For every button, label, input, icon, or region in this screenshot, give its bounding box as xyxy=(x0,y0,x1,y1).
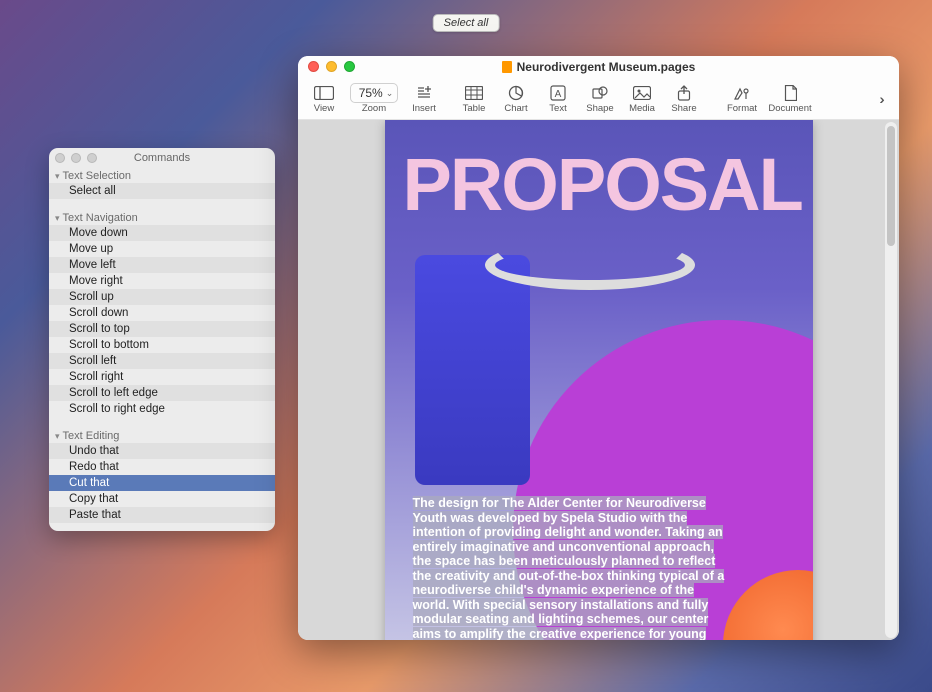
toolbar-chart[interactable]: Chart xyxy=(496,79,536,119)
toolbar-table[interactable]: Table xyxy=(454,79,494,119)
document-title[interactable]: Neurodivergent Museum.pages xyxy=(502,60,696,74)
chart-icon xyxy=(508,83,524,103)
shape-icon xyxy=(592,83,608,103)
section-text-selection[interactable]: ▾ Text Selection xyxy=(49,168,275,183)
art-block xyxy=(415,255,530,485)
cmd-select-all[interactable]: Select all xyxy=(49,183,275,199)
document-icon xyxy=(784,83,797,103)
body-text[interactable]: The design for The Alder Center for Neur… xyxy=(413,496,728,640)
pages-window: Neurodivergent Museum.pages View 75% ⌄ Z… xyxy=(298,56,899,640)
zoom-select[interactable]: 75% ⌄ xyxy=(350,83,399,103)
document-page[interactable]: PROPOSAL The design for The Alder Center… xyxy=(385,120,813,640)
toolbar-insert-label: Insert xyxy=(412,103,436,114)
toolbar-insert[interactable]: Insert xyxy=(404,79,444,119)
cmd-undo[interactable]: Undo that xyxy=(49,443,275,459)
list-text-editing: Undo that Redo that Cut that Copy that P… xyxy=(49,443,275,523)
cmd-move-up[interactable]: Move up xyxy=(49,241,275,257)
toolbar-format-label: Format xyxy=(727,103,757,114)
media-icon xyxy=(633,83,651,103)
table-icon xyxy=(465,83,483,103)
pages-titlebar: Neurodivergent Museum.pages xyxy=(298,56,899,78)
art-sphere xyxy=(723,570,813,640)
toolbar-share[interactable]: Share xyxy=(664,79,704,119)
art-ring xyxy=(485,240,695,290)
chevron-down-icon: ▾ xyxy=(55,171,60,182)
svg-text:A: A xyxy=(555,89,562,100)
toolbar-text[interactable]: A Text xyxy=(538,79,578,119)
toolbar-media-label: Media xyxy=(629,103,655,114)
cmd-scroll-right-edge[interactable]: Scroll to right edge xyxy=(49,401,275,417)
cmd-scroll-top[interactable]: Scroll to top xyxy=(49,321,275,337)
cmd-cut[interactable]: Cut that xyxy=(49,475,275,491)
toolbar-shape-label: Shape xyxy=(586,103,613,114)
section-label: Text Navigation xyxy=(63,212,138,224)
format-icon xyxy=(733,83,751,103)
vertical-scrollbar[interactable] xyxy=(885,122,897,638)
cmd-scroll-left-edge[interactable]: Scroll to left edge xyxy=(49,385,275,401)
cmd-scroll-right[interactable]: Scroll right xyxy=(49,369,275,385)
list-text-selection: Select all xyxy=(49,183,275,199)
cmd-copy[interactable]: Copy that xyxy=(49,491,275,507)
scrollbar-thumb[interactable] xyxy=(887,126,895,246)
cmd-scroll-down[interactable]: Scroll down xyxy=(49,305,275,321)
toolbar-zoom-label: Zoom xyxy=(362,103,386,114)
commands-panel: Commands ▾ Text Selection Select all ▾ T… xyxy=(49,148,275,531)
toolbar-document-label: Document xyxy=(768,103,811,114)
toolbar-view-label: View xyxy=(314,103,334,114)
list-text-navigation: Move down Move up Move left Move right S… xyxy=(49,225,275,417)
chevron-down-icon: ▾ xyxy=(55,431,60,442)
commands-title: Commands xyxy=(49,152,275,164)
toolbar-shape[interactable]: Shape xyxy=(580,79,620,119)
chevron-down-icon: ▾ xyxy=(55,213,60,224)
sidebar-icon xyxy=(314,83,334,103)
cmd-move-down[interactable]: Move down xyxy=(49,225,275,241)
toolbar-document[interactable]: Document xyxy=(764,79,816,119)
close-icon[interactable] xyxy=(308,61,319,72)
toolbar-media[interactable]: Media xyxy=(622,79,662,119)
selected-text: The design for The Alder Center for Neur… xyxy=(413,496,725,640)
toolbar-share-label: Share xyxy=(671,103,696,114)
toolbar-text-label: Text xyxy=(549,103,566,114)
cmd-move-left[interactable]: Move left xyxy=(49,257,275,273)
section-label: Text Editing xyxy=(63,430,120,442)
toolbar-zoom[interactable]: 75% ⌄ Zoom xyxy=(346,79,402,119)
maximize-icon[interactable] xyxy=(344,61,355,72)
minimize-icon[interactable] xyxy=(326,61,337,72)
cmd-redo[interactable]: Redo that xyxy=(49,459,275,475)
pages-toolbar: View 75% ⌄ Zoom Insert Table xyxy=(298,78,899,120)
document-title-text: Neurodivergent Museum.pages xyxy=(517,60,696,74)
toolbar-chart-label: Chart xyxy=(504,103,527,114)
section-text-editing[interactable]: ▾ Text Editing xyxy=(49,428,275,443)
toolbar-view[interactable]: View xyxy=(304,79,344,119)
cmd-scroll-left[interactable]: Scroll left xyxy=(49,353,275,369)
headline-text[interactable]: PROPOSAL xyxy=(403,142,802,227)
zoom-value: 75% xyxy=(359,86,383,100)
voice-tooltip: Select all xyxy=(433,14,500,32)
text-icon: A xyxy=(550,83,566,103)
toolbar-table-label: Table xyxy=(463,103,486,114)
cmd-scroll-up[interactable]: Scroll up xyxy=(49,289,275,305)
document-canvas[interactable]: PROPOSAL The design for The Alder Center… xyxy=(298,120,899,640)
chevron-down-icon: ⌄ xyxy=(386,88,394,99)
cmd-paste[interactable]: Paste that xyxy=(49,507,275,523)
toolbar-overflow[interactable]: ›› xyxy=(867,79,893,119)
chevron-right-icon: ›› xyxy=(879,91,880,107)
cmd-move-right[interactable]: Move right xyxy=(49,273,275,289)
toolbar-format[interactable]: Format xyxy=(722,79,762,119)
share-icon xyxy=(677,83,691,103)
insert-icon xyxy=(416,83,432,103)
section-text-navigation[interactable]: ▾ Text Navigation xyxy=(49,210,275,225)
pages-doc-icon xyxy=(502,61,512,73)
cmd-scroll-bottom[interactable]: Scroll to bottom xyxy=(49,337,275,353)
section-label: Text Selection xyxy=(63,170,131,182)
commands-titlebar: Commands xyxy=(49,148,275,168)
